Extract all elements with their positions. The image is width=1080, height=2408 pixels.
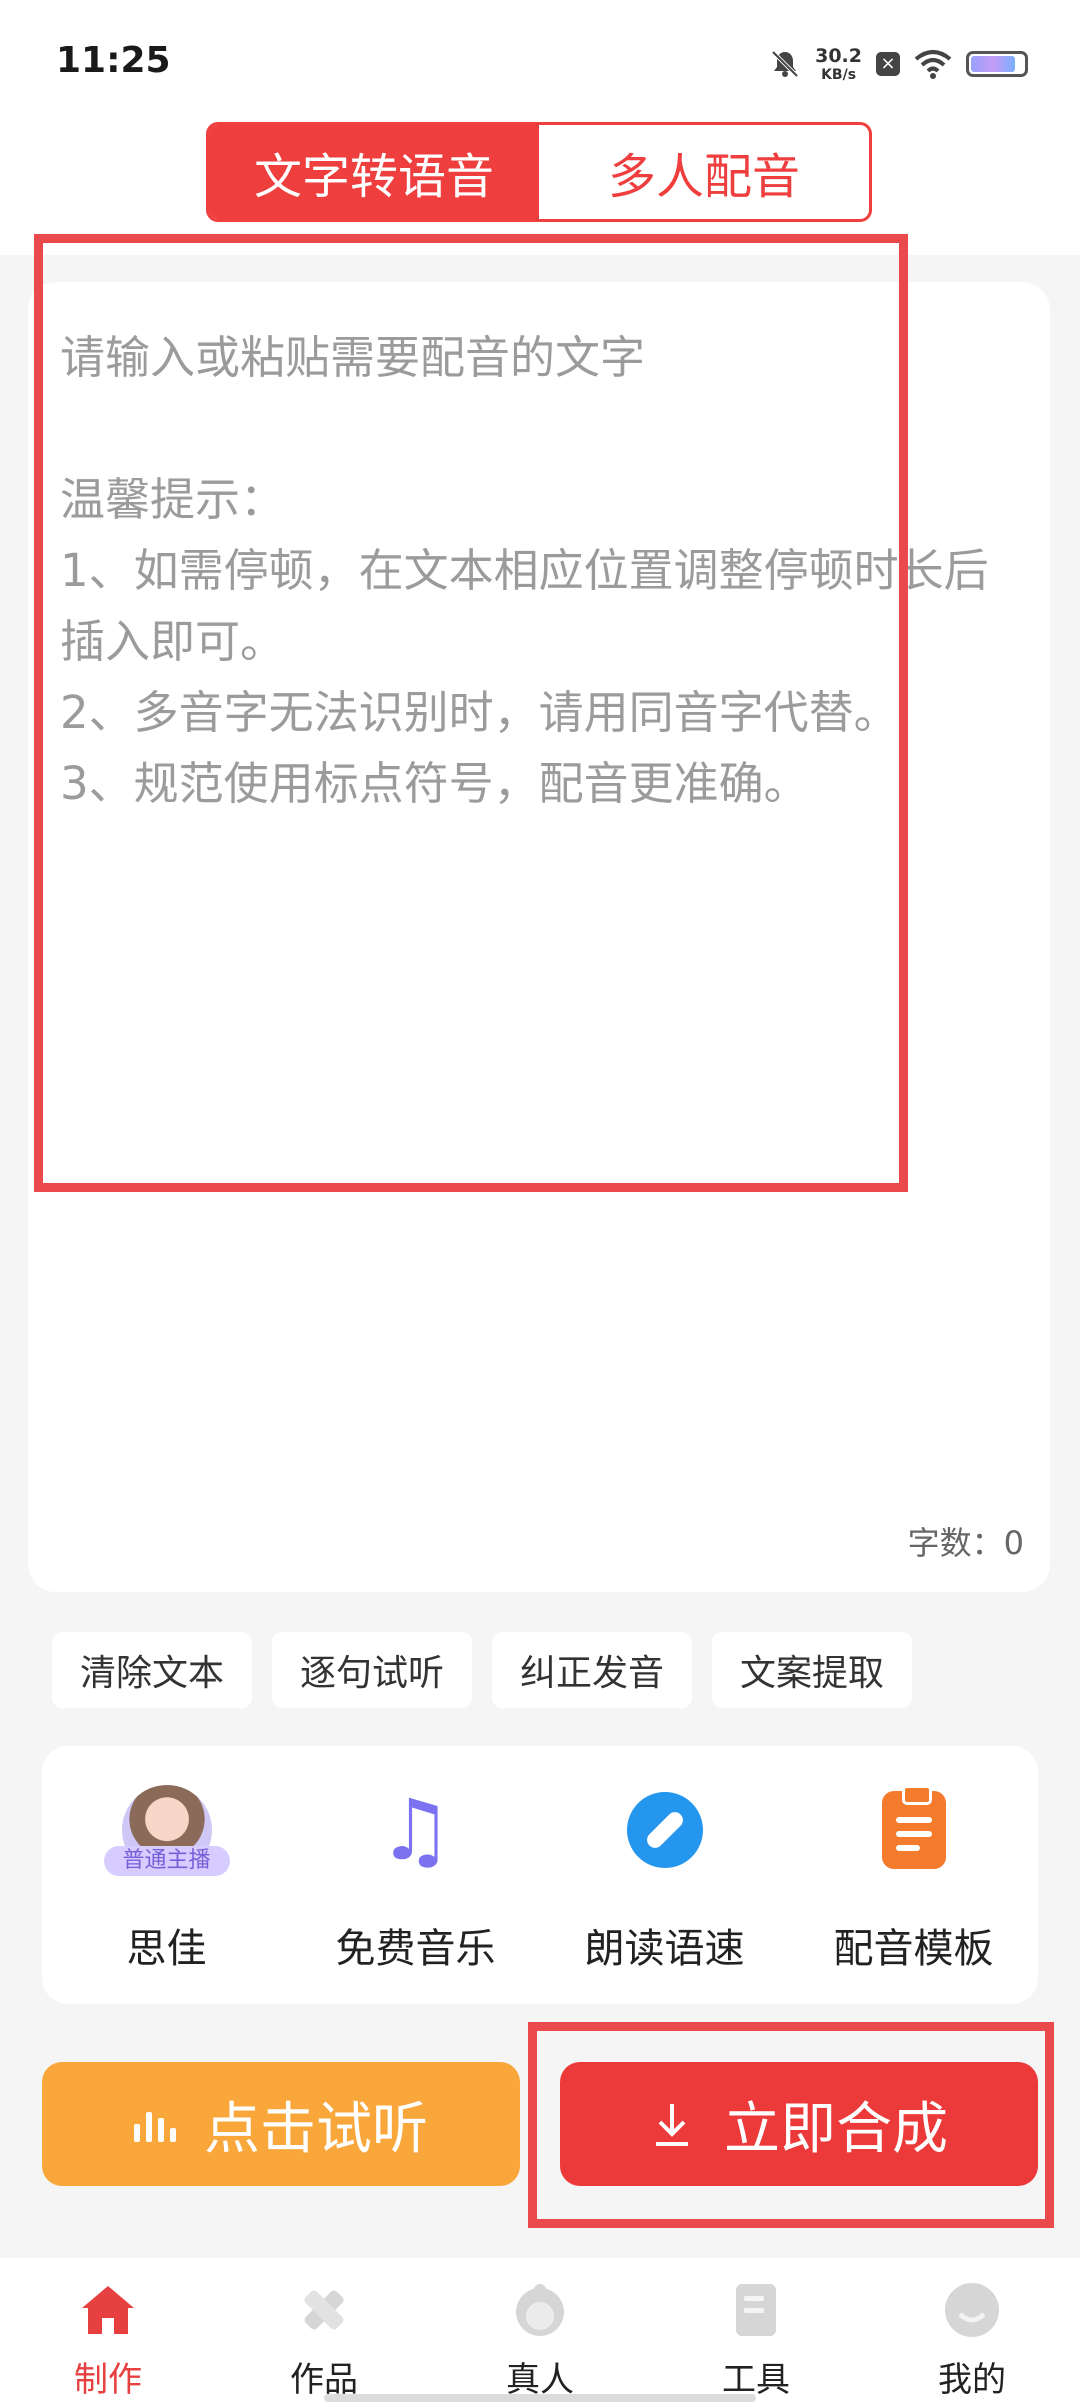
gesture-bar xyxy=(324,2394,756,2402)
compass-icon-wrap xyxy=(617,1782,713,1878)
status-bar: 11:25 30.2 KB/s × xyxy=(0,0,1080,120)
person-face-icon xyxy=(516,2284,564,2336)
tools-panel: 普通主播 思佳 ♫ 免费音乐 朗读语速 配音模板 xyxy=(42,1746,1038,2004)
document-tool-icon xyxy=(736,2284,776,2336)
sentence-preview-button[interactable]: 逐句试听 xyxy=(272,1632,473,1708)
voice-avatar: 普通主播 xyxy=(103,1782,230,1878)
nav-make[interactable]: 制作 xyxy=(0,2258,216,2408)
network-speed-value: 30.2 xyxy=(815,44,862,67)
mode-switch: 文字转语音 多人配音 xyxy=(206,122,872,222)
clear-text-button[interactable]: 清除文本 xyxy=(52,1632,253,1708)
bottom-nav: 制作 作品 真人 工具 我的 xyxy=(0,2258,1080,2408)
tab-multi-voice[interactable]: 多人配音 xyxy=(539,125,869,219)
word-count: 字数：0 xyxy=(907,1524,1024,1562)
wifi-icon xyxy=(914,50,952,79)
voice-name: 思佳 xyxy=(126,1926,207,1972)
battery-icon xyxy=(966,51,1028,77)
compass-icon xyxy=(626,1792,703,1868)
nav-mine-label: 我的 xyxy=(938,2360,1006,2400)
anchor-badge: 普通主播 xyxy=(103,1846,230,1876)
free-music-label: 免费音乐 xyxy=(335,1926,496,1972)
extract-copy-button[interactable]: 文案提取 xyxy=(712,1632,913,1708)
network-speed-unit: KB/s xyxy=(821,66,857,83)
home-icon xyxy=(82,2286,134,2334)
nav-works[interactable]: 作品 xyxy=(216,2258,432,2408)
status-icons: 30.2 KB/s × xyxy=(769,40,1028,88)
nav-tools[interactable]: 工具 xyxy=(648,2258,864,2408)
music-icon-wrap: ♫ xyxy=(368,1782,464,1878)
profile-face-icon xyxy=(945,2283,999,2337)
clipboard-icon xyxy=(881,1785,946,1869)
tab-text-to-speech[interactable]: 文字转语音 xyxy=(209,125,539,219)
mute-bell-icon xyxy=(771,50,799,78)
editor-placeholder[interactable]: 请输入或粘贴需要配音的文字 温馨提示： 1、如需停顿，在文本相应位置调整停顿时长… xyxy=(60,322,1010,819)
status-time: 11:25 xyxy=(56,40,171,81)
reading-speed-label: 朗读语速 xyxy=(584,1926,745,1972)
text-editor[interactable]: 请输入或粘贴需要配音的文字 温馨提示： 1、如需停顿，在文本相应位置调整停顿时长… xyxy=(28,282,1050,1592)
synthesize-button[interactable]: 立即合成 xyxy=(560,2062,1038,2186)
reading-speed-tool[interactable]: 朗读语速 xyxy=(540,1746,789,2004)
sim-off-icon: × xyxy=(876,52,900,76)
pencil-ruler-icon xyxy=(304,2290,344,2330)
voice-selector[interactable]: 普通主播 思佳 xyxy=(42,1746,291,2004)
listen-button[interactable]: 点击试听 xyxy=(42,2062,520,2186)
network-speed: 30.2 KB/s xyxy=(815,44,862,83)
clipboard-icon-wrap xyxy=(866,1782,962,1878)
dubbing-template-label: 配音模板 xyxy=(833,1926,994,1972)
nav-real-person[interactable]: 真人 xyxy=(432,2258,648,2408)
audio-bars-icon xyxy=(134,2106,176,2142)
fix-pronunciation-button[interactable]: 纠正发音 xyxy=(492,1632,693,1708)
nav-make-label: 制作 xyxy=(74,2360,142,2400)
dubbing-template-tool[interactable]: 配音模板 xyxy=(789,1746,1038,2004)
music-note-icon: ♫ xyxy=(377,1781,454,1879)
nav-mine[interactable]: 我的 xyxy=(864,2258,1080,2408)
listen-button-label: 点击试听 xyxy=(204,2096,428,2162)
synthesize-button-label: 立即合成 xyxy=(724,2096,948,2162)
download-icon xyxy=(656,2104,688,2146)
action-chips: 清除文本 逐句试听 纠正发音 文案提取 xyxy=(52,1632,913,1708)
free-music-tool[interactable]: ♫ 免费音乐 xyxy=(291,1746,540,2004)
